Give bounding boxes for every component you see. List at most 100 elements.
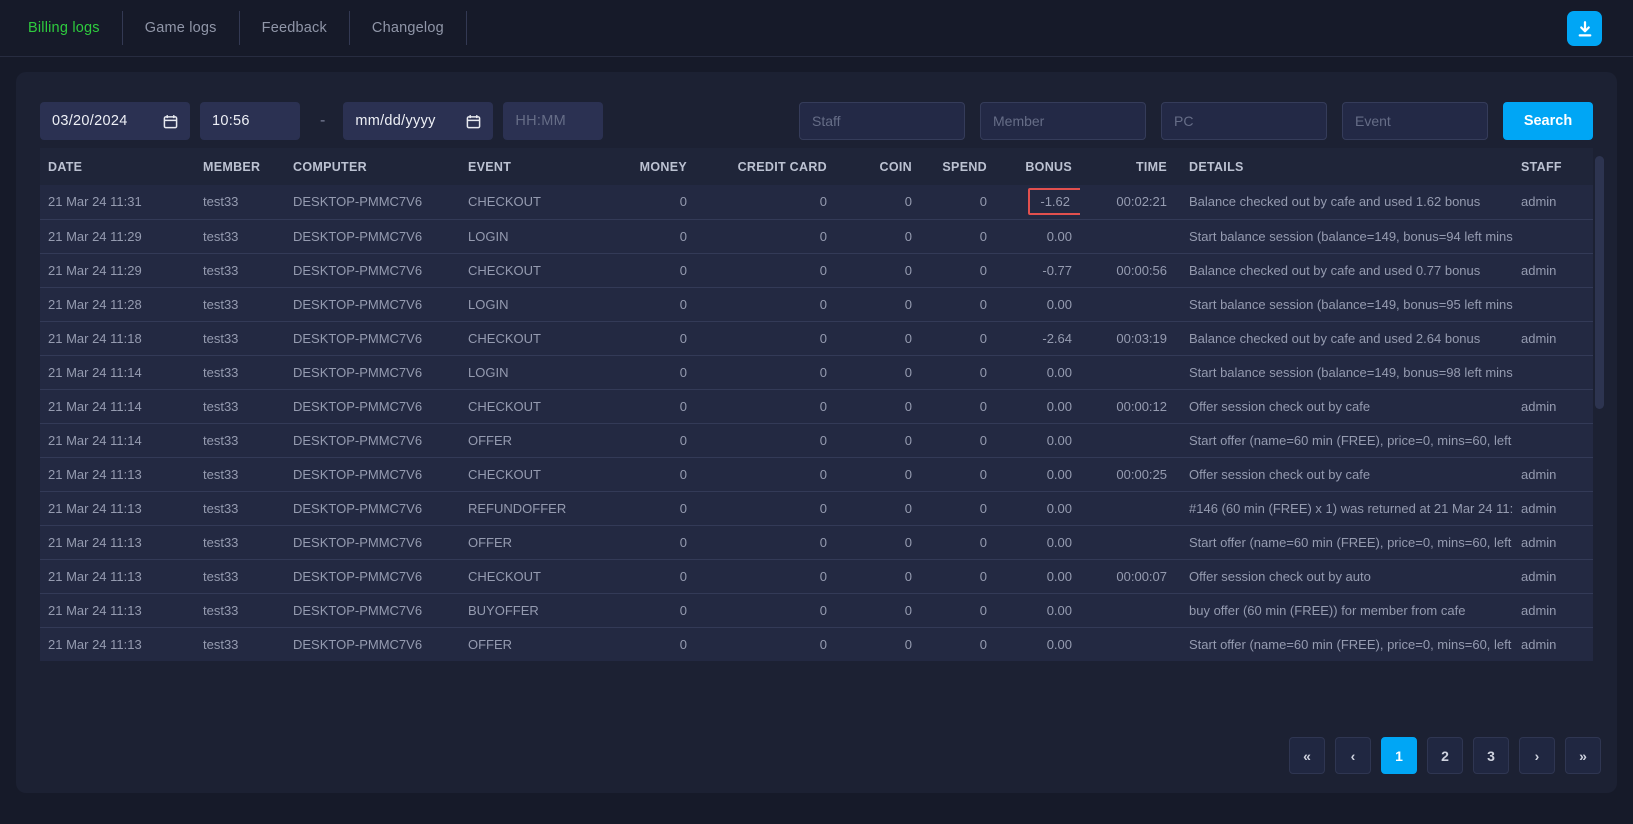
download-icon (1576, 20, 1594, 38)
cell-date: 21 Mar 24 11:13 (40, 525, 195, 559)
end-date-input[interactable]: mm/dd/yyyy (343, 102, 493, 140)
cell-details: #146 (60 min (FREE) x 1) was returned at… (1175, 491, 1513, 525)
tab-changelog[interactable]: Changelog (350, 0, 466, 56)
cell-member: test33 (195, 423, 285, 457)
cell-time: 00:02:21 (1080, 185, 1175, 219)
tab-game-logs[interactable]: Game logs (123, 0, 239, 56)
page-1-button[interactable]: 1 (1381, 737, 1417, 774)
start-date-value: 03/20/2024 (52, 113, 128, 129)
cell-money: 0 (625, 253, 695, 287)
column-header-details: DETAILS (1175, 148, 1513, 185)
cell-member: test33 (195, 355, 285, 389)
cell-computer: DESKTOP-PMMC7V6 (285, 491, 460, 525)
bonus-value: 0.00 (1047, 467, 1072, 482)
cell-time (1080, 593, 1175, 627)
end-date-placeholder: mm/dd/yyyy (355, 113, 435, 129)
cell-computer: DESKTOP-PMMC7V6 (285, 593, 460, 627)
tab-feedback[interactable]: Feedback (240, 0, 349, 56)
log-table-body: 21 Mar 24 11:31 test33 DESKTOP-PMMC7V6 C… (40, 185, 1593, 661)
bonus-value: -2.64 (1042, 331, 1072, 346)
cell-details: Balance checked out by cafe and used 0.7… (1175, 253, 1513, 287)
cell-money: 0 (625, 627, 695, 661)
previous-page-button[interactable]: ‹ (1335, 737, 1371, 774)
column-header-date: DATE (40, 148, 195, 185)
cell-details: Offer session check out by auto (1175, 559, 1513, 593)
cell-computer: DESKTOP-PMMC7V6 (285, 185, 460, 219)
cell-details: Balance checked out by cafe and used 2.6… (1175, 321, 1513, 355)
tab-billing-logs[interactable]: Billing logs (6, 0, 122, 56)
cell-spend: 0 (920, 219, 995, 253)
first-page-button[interactable]: « (1289, 737, 1325, 774)
cell-coin: 0 (835, 525, 920, 559)
search-button[interactable]: Search (1503, 102, 1593, 140)
cell-credit-card: 0 (695, 219, 835, 253)
cell-staff: admin (1513, 593, 1593, 627)
staff-filter-input[interactable] (799, 102, 965, 140)
calendar-icon[interactable] (466, 114, 481, 129)
bonus-value: 0.00 (1047, 433, 1072, 448)
table-scrollbar[interactable] (1595, 156, 1604, 409)
cell-details: Start balance session (balance=149, bonu… (1175, 355, 1513, 389)
cell-money: 0 (625, 321, 695, 355)
cell-money: 0 (625, 457, 695, 491)
bonus-value: 0.00 (1047, 399, 1072, 414)
cell-details: Balance checked out by cafe and used 1.6… (1175, 185, 1513, 219)
bonus-value: 0.00 (1047, 229, 1072, 244)
cell-member: test33 (195, 219, 285, 253)
table-row: 21 Mar 24 11:14 test33 DESKTOP-PMMC7V6 L… (40, 355, 1593, 389)
column-header-staff: STAFF (1513, 148, 1593, 185)
cell-credit-card: 0 (695, 355, 835, 389)
cell-event: LOGIN (460, 355, 625, 389)
cell-details: buy offer (60 min (FREE)) for member fro… (1175, 593, 1513, 627)
cell-spend: 0 (920, 593, 995, 627)
cell-event: OFFER (460, 627, 625, 661)
cell-coin: 0 (835, 287, 920, 321)
next-page-button[interactable]: › (1519, 737, 1555, 774)
cell-coin: 0 (835, 253, 920, 287)
download-button[interactable] (1567, 11, 1602, 46)
cell-date: 21 Mar 24 11:18 (40, 321, 195, 355)
page-2-button[interactable]: 2 (1427, 737, 1463, 774)
cell-spend: 0 (920, 321, 995, 355)
cell-event: CHECKOUT (460, 321, 625, 355)
cell-staff: admin (1513, 253, 1593, 287)
cell-details: Start balance session (balance=149, bonu… (1175, 219, 1513, 253)
cell-spend: 0 (920, 457, 995, 491)
column-header-money: MONEY (625, 148, 695, 185)
cell-time: 00:03:19 (1080, 321, 1175, 355)
date-range-separator: - (320, 112, 325, 130)
cell-bonus: -1.62 (995, 185, 1080, 219)
cell-computer: DESKTOP-PMMC7V6 (285, 389, 460, 423)
column-header-credit-card: CREDIT CARD (695, 148, 835, 185)
pc-filter-input[interactable] (1161, 102, 1327, 140)
calendar-icon[interactable] (163, 114, 178, 129)
cell-bonus: 0.00 (995, 423, 1080, 457)
cell-money: 0 (625, 219, 695, 253)
cell-member: test33 (195, 593, 285, 627)
column-header-coin: COIN (835, 148, 920, 185)
cell-staff (1513, 287, 1593, 321)
start-time-input[interactable]: 10:56 (200, 102, 300, 140)
start-date-input[interactable]: 03/20/2024 (40, 102, 190, 140)
member-filter-input[interactable] (980, 102, 1146, 140)
cell-time: 00:00:07 (1080, 559, 1175, 593)
cell-time (1080, 219, 1175, 253)
cell-coin: 0 (835, 559, 920, 593)
table-row: 21 Mar 24 11:13 test33 DESKTOP-PMMC7V6 C… (40, 559, 1593, 593)
last-page-button[interactable]: » (1565, 737, 1601, 774)
cell-spend: 0 (920, 355, 995, 389)
column-header-spend: SPEND (920, 148, 995, 185)
cell-time (1080, 491, 1175, 525)
cell-computer: DESKTOP-PMMC7V6 (285, 253, 460, 287)
cell-details: Start offer (name=60 min (FREE), price=0… (1175, 525, 1513, 559)
billing-logs-panel: 03/20/2024 10:56 - mm/dd/yyyy (16, 72, 1617, 793)
cell-money: 0 (625, 593, 695, 627)
cell-money: 0 (625, 491, 695, 525)
cell-time (1080, 423, 1175, 457)
cell-date: 21 Mar 24 11:13 (40, 627, 195, 661)
event-filter-input[interactable] (1342, 102, 1488, 140)
cell-date: 21 Mar 24 11:31 (40, 185, 195, 219)
end-time-input[interactable]: HH:MM (503, 102, 603, 140)
page-3-button[interactable]: 3 (1473, 737, 1509, 774)
bonus-value: 0.00 (1047, 569, 1072, 584)
